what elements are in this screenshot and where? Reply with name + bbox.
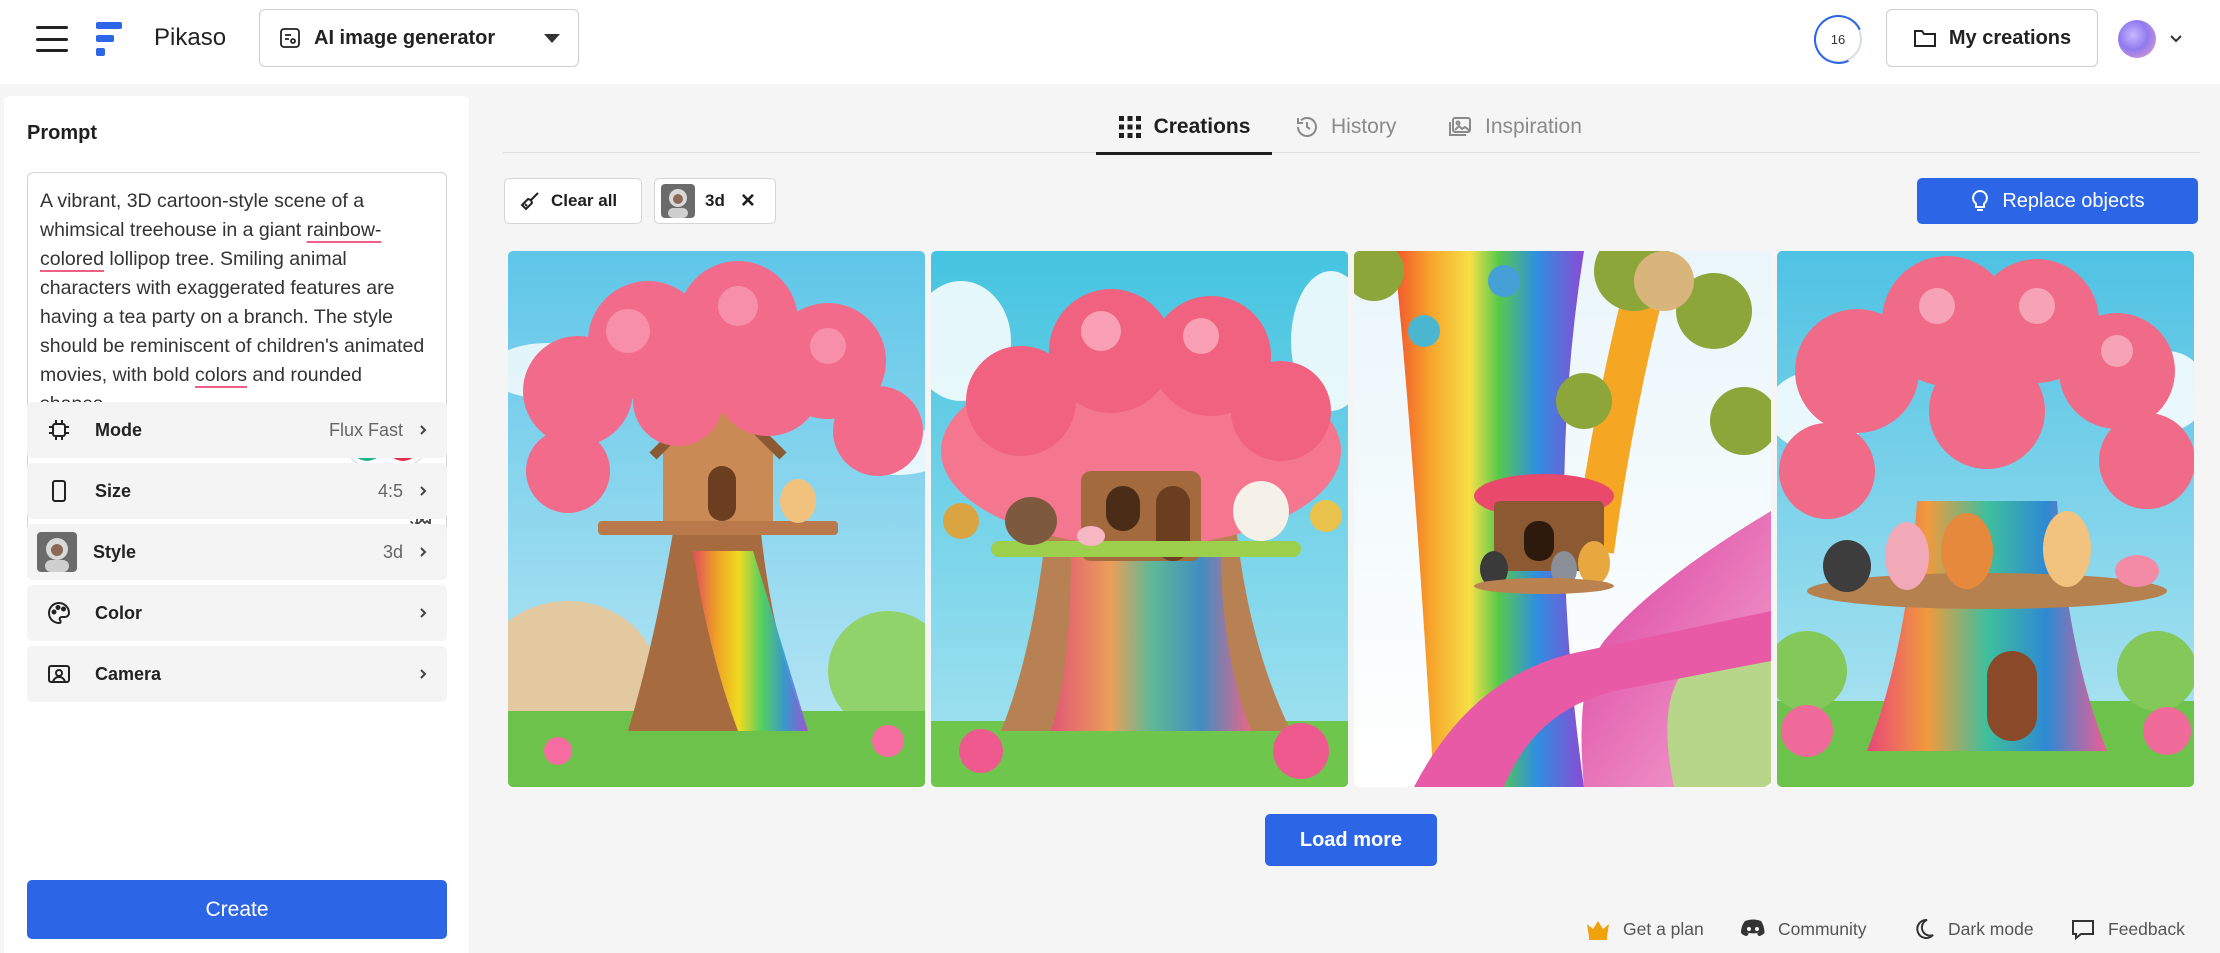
setting-camera[interactable]: Camera — [27, 646, 447, 702]
menu-icon[interactable] — [36, 26, 68, 52]
crown-icon — [1587, 921, 1609, 940]
chevron-right-icon — [420, 486, 427, 496]
tab-label: History — [1331, 114, 1397, 138]
gallery-image[interactable] — [508, 251, 925, 787]
prompt-text[interactable]: A vibrant, 3D cartoon-style scene of a w… — [40, 187, 434, 419]
tab-label: Inspiration — [1485, 114, 1582, 138]
moon-icon — [1916, 918, 1934, 939]
community-link[interactable]: Community — [1740, 914, 1867, 944]
setting-value: 3d — [382, 541, 403, 562]
feedback-icon — [2072, 920, 2094, 941]
setting-label: Mode — [95, 419, 142, 440]
image-thumbnail — [508, 251, 925, 787]
pikaso-logo[interactable] — [96, 22, 126, 56]
chevron-down-icon[interactable] — [2168, 30, 2184, 46]
brand-name: Pikaso — [154, 24, 227, 51]
top-bar: Pikaso AI image generator 16 My creation… — [0, 0, 2220, 84]
chevron-right-icon — [420, 547, 427, 557]
gallery-image[interactable] — [1354, 251, 1771, 787]
feedback-link[interactable]: Feedback — [2070, 914, 2185, 944]
replace-objects-label: Replace objects — [2002, 189, 2145, 212]
footer-label: Get a plan — [1623, 918, 1704, 939]
clear-all-button[interactable]: Clear all — [504, 178, 642, 224]
ai-generator-icon — [280, 28, 300, 48]
chip-label: 3d — [705, 191, 725, 210]
tab-inspiration[interactable]: Inspiration — [1447, 100, 1582, 153]
setting-value: Flux Fast — [328, 419, 403, 440]
tab-history[interactable]: History — [1295, 100, 1396, 153]
folder-icon — [1913, 30, 1936, 47]
replace-objects-button[interactable]: Replace objects — [1917, 178, 2198, 224]
avatar[interactable] — [2118, 20, 2156, 58]
portrait-icon — [45, 477, 73, 505]
my-creations-button[interactable]: My creations — [1886, 9, 2098, 67]
get-a-plan-link[interactable]: Get a plan — [1585, 914, 1704, 944]
my-creations-label: My creations — [1948, 26, 2072, 49]
credits-indicator[interactable]: 16 — [1814, 15, 1862, 63]
discord-icon — [1741, 919, 1765, 936]
setting-label: Size — [95, 480, 132, 501]
setting-mode[interactable]: Mode Flux Fast — [27, 402, 447, 458]
spellcheck-word: colors — [194, 364, 248, 386]
footer-label: Feedback — [2108, 918, 2185, 939]
images-icon — [1449, 116, 1471, 136]
grid-icon — [1118, 115, 1141, 138]
chevron-right-icon — [420, 425, 427, 435]
chip-icon — [45, 416, 73, 444]
style-thumbnail — [661, 184, 695, 218]
image-thumbnail — [931, 251, 1348, 787]
dark-mode-toggle[interactable]: Dark mode — [1910, 914, 2034, 944]
load-more-button[interactable]: Load more — [1265, 814, 1437, 866]
style-thumbnail — [37, 532, 77, 572]
chevron-right-icon — [420, 669, 427, 679]
setting-label: Color — [95, 602, 142, 623]
footer-label: Dark mode — [1948, 918, 2034, 939]
view-tabs: Creations History Inspiration — [503, 100, 2200, 155]
chevron-right-icon — [420, 608, 427, 618]
image-thumbnail — [1354, 251, 1771, 787]
broom-icon — [520, 192, 539, 211]
tab-creations[interactable]: Creations — [1096, 100, 1272, 155]
prompt-title: Prompt — [27, 122, 97, 144]
setting-value: 4:5 — [377, 480, 403, 501]
setting-style[interactable]: Style 3d — [27, 524, 447, 580]
lightbulb-icon — [1972, 189, 1989, 211]
close-icon[interactable]: × — [741, 187, 755, 215]
style-filter-chip[interactable]: 3d × — [654, 178, 776, 224]
gallery-image[interactable] — [1777, 251, 2194, 787]
caret-down-icon — [544, 33, 560, 43]
left-panel: Prompt A vibrant, 3D cartoon-style scene… — [4, 96, 469, 953]
tab-label: Creations — [1153, 114, 1251, 138]
create-button[interactable]: Create — [27, 880, 447, 939]
gallery-image[interactable] — [931, 251, 1348, 787]
setting-color[interactable]: Color — [27, 585, 447, 641]
camera-icon — [45, 660, 73, 688]
footer-label: Community — [1778, 918, 1867, 939]
tool-select-dropdown[interactable]: AI image generator — [259, 9, 579, 67]
setting-size[interactable]: Size 4:5 — [27, 463, 447, 519]
setting-label: Style — [93, 541, 137, 562]
setting-label: Camera — [95, 663, 162, 684]
palette-icon — [45, 599, 73, 627]
clear-all-label: Clear all — [551, 191, 618, 210]
image-thumbnail — [1777, 251, 2194, 787]
history-icon — [1297, 116, 1317, 137]
tool-select-label: AI image generator — [314, 26, 496, 49]
